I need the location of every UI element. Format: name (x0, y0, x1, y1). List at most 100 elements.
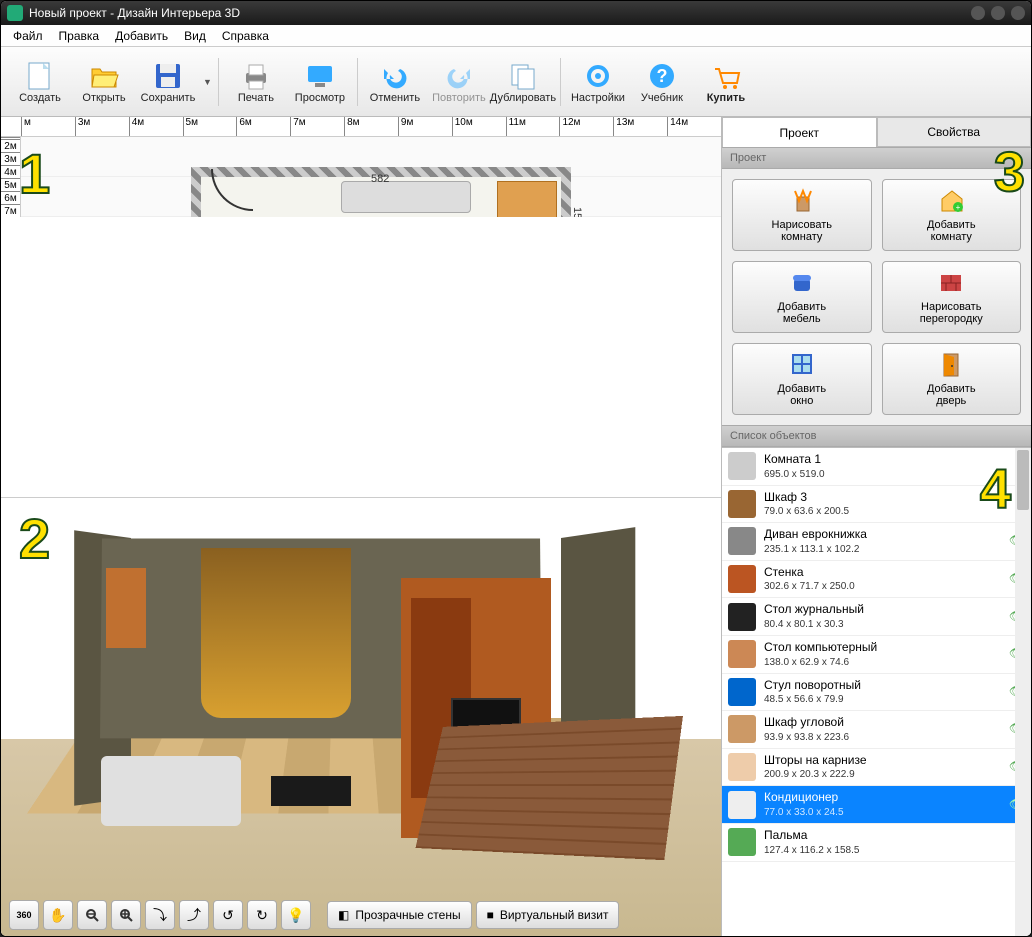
ruler-horizontal: м3м4м5м6м7м8м9м10м11м12м13м14м (1, 117, 721, 137)
object-name: Стул поворотный (764, 678, 1001, 694)
tab-project[interactable]: Проект (722, 117, 877, 147)
menu-view[interactable]: Вид (176, 27, 214, 45)
object-dims: 79.0 x 63.6 x 200.5 (764, 505, 1001, 518)
tutorial-button[interactable]: ?Учебник (631, 52, 693, 112)
draw-room-button[interactable]: Нарисовать комнату (732, 179, 872, 251)
object-name: Кондиционер (764, 790, 1001, 806)
object-row[interactable]: Кондиционер 77.0 x 33.0 x 24.5 👁 (722, 786, 1031, 824)
open-button[interactable]: Открыть (73, 52, 135, 112)
object-thumb (728, 753, 756, 781)
redo-button[interactable]: Повторить (428, 52, 490, 112)
object-name: Шкаф 3 (764, 490, 1001, 506)
object-row[interactable]: Шторы на карнизе 200.9 x 20.3 x 222.9 👁 (722, 749, 1031, 787)
draw-partition-button[interactable]: Нарисовать перегородку (882, 261, 1022, 333)
desk-2d[interactable] (497, 181, 557, 217)
object-dims: 695.0 x 519.0 (764, 468, 1001, 481)
virtual-tour-button[interactable]: ■Виртуальный визит (476, 901, 620, 929)
rotate-360-button[interactable]: 360 (9, 900, 39, 930)
object-name: Шкаф угловой (764, 715, 1001, 731)
object-thumb (728, 490, 756, 518)
object-name: Стол компьютерный (764, 640, 1001, 656)
object-dims: 138.0 x 62.9 x 74.6 (764, 656, 1001, 669)
create-button[interactable]: Создать (9, 52, 71, 112)
object-thumb (728, 828, 756, 856)
object-dims: 80.4 x 80.1 x 30.3 (764, 618, 1001, 631)
object-thumb (728, 452, 756, 480)
close-button[interactable] (1011, 6, 1025, 20)
object-name: Пальма (764, 828, 1001, 844)
object-dims: 77.0 x 33.0 x 24.5 (764, 806, 1001, 819)
svg-text:+: + (956, 203, 961, 212)
object-row[interactable]: Шкаф 3 79.0 x 63.6 x 200.5 (722, 486, 1031, 524)
scrollbar[interactable] (1015, 448, 1031, 936)
object-thumb (728, 565, 756, 593)
scrollbar-thumb[interactable] (1017, 450, 1029, 510)
object-row[interactable]: Стол компьютерный 138.0 x 62.9 x 74.6 👁 (722, 636, 1031, 674)
ruler-vertical: 2м3м4м5м6м7м (1, 137, 21, 217)
object-dims: 127.4 x 116.2 x 158.5 (764, 844, 1001, 857)
room-outline[interactable]: 32,52 582 154 347 см 159 65 см 489 95 66… (191, 167, 571, 217)
object-thumb (728, 603, 756, 631)
zoom-in-3d-button[interactable] (111, 900, 141, 930)
tilt-down-button[interactable]: ⤵ (145, 900, 175, 930)
object-name: Шторы на карнизе (764, 753, 1001, 769)
menu-add[interactable]: Добавить (107, 27, 176, 45)
rotate-left-button[interactable]: ↺ (213, 900, 243, 930)
view-3d[interactable]: 2 360 ✋ ⤵ ⤴ ↺ ↻ 💡 ◧Прозрачные стены ■Вир… (1, 497, 721, 936)
object-thumb (728, 640, 756, 668)
object-row[interactable]: Шкаф угловой 93.9 x 93.8 x 223.6 👁 (722, 711, 1031, 749)
section-objects-header: Список объектов (722, 425, 1031, 447)
object-name: Стол журнальный (764, 602, 1001, 618)
add-room-button[interactable]: +Добавить комнату (882, 179, 1022, 251)
add-window-button[interactable]: Добавить окно (732, 343, 872, 415)
buy-button[interactable]: Купить (695, 52, 757, 112)
transparent-walls-button[interactable]: ◧Прозрачные стены (327, 901, 472, 929)
tilt-up-button[interactable]: ⤴ (179, 900, 209, 930)
menu-file[interactable]: Файл (5, 27, 51, 45)
light-button[interactable]: 💡 (281, 900, 311, 930)
menu-help[interactable]: Справка (214, 27, 277, 45)
wall-icon: ◧ (338, 908, 349, 922)
undo-button[interactable]: Отменить (364, 52, 426, 112)
save-dropdown[interactable]: ▼ (203, 77, 212, 87)
object-row[interactable]: Пальма 127.4 x 116.2 x 158.5 (722, 824, 1031, 862)
object-dims: 93.9 x 93.8 x 223.6 (764, 731, 1001, 744)
tab-properties[interactable]: Свойства (877, 117, 1032, 147)
rotate-right-button[interactable]: ↻ (247, 900, 277, 930)
floorplan-canvas[interactable]: 32,52 582 154 347 см 159 65 см 489 95 66… (21, 137, 721, 217)
object-row[interactable]: Стул поворотный 48.5 x 56.6 x 79.9 👁 (722, 674, 1031, 712)
section-project-header: Проект (722, 147, 1031, 169)
main-toolbar: Создать Открыть Сохранить ▼ Печать Просм… (1, 47, 1031, 117)
titlebar: Новый проект - Дизайн Интерьера 3D (1, 1, 1031, 25)
menu-edit[interactable]: Правка (51, 27, 108, 45)
preview-button[interactable]: Просмотр (289, 52, 351, 112)
maximize-button[interactable] (991, 6, 1005, 20)
add-furniture-button[interactable]: Добавить мебель (732, 261, 872, 333)
save-button[interactable]: Сохранить (137, 52, 199, 112)
object-row[interactable]: Стенка 302.6 x 71.7 x 250.0 👁 (722, 561, 1031, 599)
zoom-out-3d-button[interactable] (77, 900, 107, 930)
object-thumb (728, 791, 756, 819)
window-title: Новый проект - Дизайн Интерьера 3D (29, 6, 240, 20)
object-dims: 48.5 x 56.6 x 79.9 (764, 693, 1001, 706)
object-thumb (728, 527, 756, 555)
object-row[interactable]: Диван еврокнижка 235.1 x 113.1 x 102.2 👁 (722, 523, 1031, 561)
object-name: Комната 1 (764, 452, 1001, 468)
object-thumb (728, 715, 756, 743)
pan-button[interactable]: ✋ (43, 900, 73, 930)
object-dims: 302.6 x 71.7 x 250.0 (764, 580, 1001, 593)
door-2d[interactable] (211, 169, 253, 211)
camera-icon: ■ (487, 908, 494, 922)
minimize-button[interactable] (971, 6, 985, 20)
duplicate-button[interactable]: Дублировать (492, 52, 554, 112)
sofa-2d[interactable] (341, 181, 471, 213)
object-dims: 235.1 x 113.1 x 102.2 (764, 543, 1001, 556)
settings-button[interactable]: Настройки (567, 52, 629, 112)
object-list: 4 Комната 1 695.0 x 519.0 Шкаф 3 79.0 x … (722, 447, 1031, 936)
menubar: Файл Правка Добавить Вид Справка (1, 25, 1031, 47)
object-row[interactable]: Стол журнальный 80.4 x 80.1 x 30.3 👁 (722, 598, 1031, 636)
print-button[interactable]: Печать (225, 52, 287, 112)
add-door-button[interactable]: Добавить дверь (882, 343, 1022, 415)
object-row[interactable]: Комната 1 695.0 x 519.0 (722, 448, 1031, 486)
object-name: Диван еврокнижка (764, 527, 1001, 543)
